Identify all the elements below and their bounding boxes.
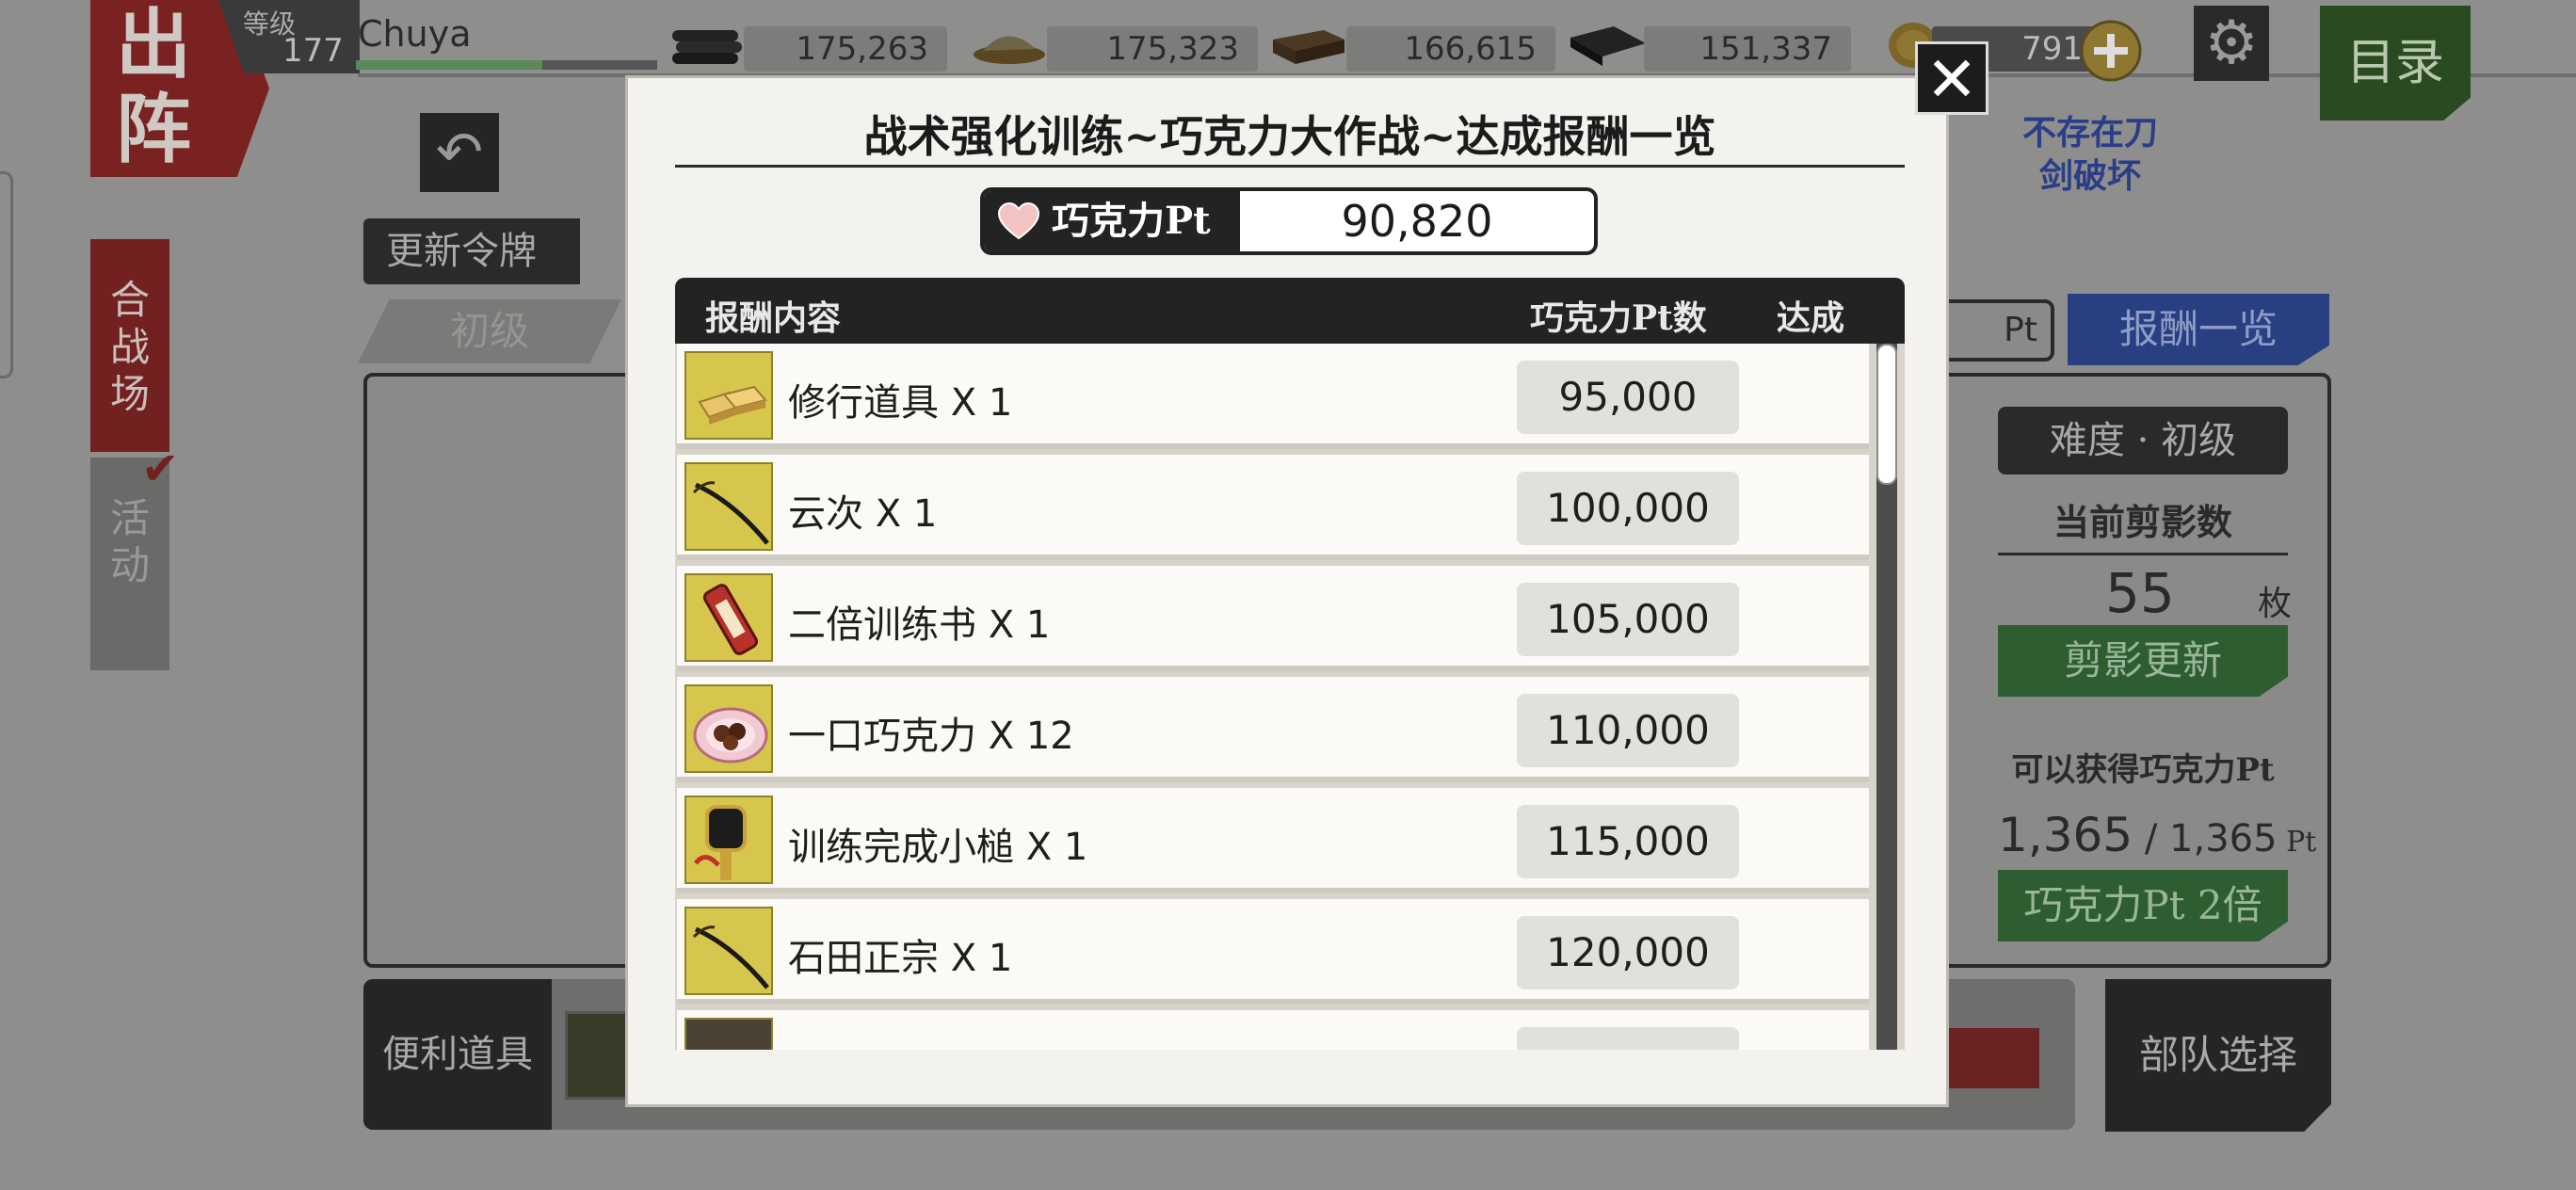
reward-row: 二倍训练书 X 1 105,000 xyxy=(677,566,1869,671)
reward-row: 修行道具 X 1 95,000 xyxy=(677,344,1869,449)
update-silhouettes-button[interactable]: 剪影更新 xyxy=(1998,625,2288,697)
reward-pt: 115,000 xyxy=(1517,805,1739,878)
reward-table-header: 报酬内容 巧克力Pt数 达成 xyxy=(675,278,1905,344)
reward-list-modal: 战术强化训练~巧克力大作战~达成报酬一览 巧克力Pt 90,820 报酬内容 巧… xyxy=(625,75,1949,1107)
reward-list-button[interactable]: 报酬一览 xyxy=(2068,294,2329,365)
current-silhouettes-label: 当前剪影数 xyxy=(1998,493,2288,555)
tab-event-label: 活动 xyxy=(109,495,150,588)
reward-pt xyxy=(1517,1027,1739,1050)
resource-steel: 175,323 xyxy=(970,17,1262,72)
reward-name: 云次 X 1 xyxy=(788,492,938,536)
whetstone-icon xyxy=(1570,26,1646,66)
exp-bar xyxy=(356,60,657,70)
training-tools-icon xyxy=(684,351,773,440)
reward-name: 修行道具 X 1 xyxy=(788,381,1013,425)
reward-pt: 95,000 xyxy=(1517,361,1739,434)
sword-icon xyxy=(684,462,773,551)
player-name: Chuya xyxy=(358,13,472,55)
hidden-button[interactable] xyxy=(1941,1028,2039,1088)
reward-name: 训练完成小槌 X 1 xyxy=(788,826,1088,869)
reward-pt: 105,000 xyxy=(1517,583,1739,656)
add-coin-icon[interactable] xyxy=(2079,19,2143,83)
modal-title-divider xyxy=(675,165,1905,168)
back-arrow-icon: ↶ xyxy=(435,120,484,185)
resource-charcoal: 175,263 xyxy=(668,17,951,72)
double-pt-button[interactable]: 巧克力Pt 2倍 xyxy=(1998,870,2288,941)
resource-cooling: 166,615 xyxy=(1267,17,1559,72)
side-drawer-handle[interactable] xyxy=(0,171,13,378)
obtainable-pt-label: 可以获得巧克力Pt xyxy=(2011,751,2275,789)
reward-pt: 120,000 xyxy=(1517,916,1739,989)
reward-name: 二倍训练书 X 1 xyxy=(788,603,1051,647)
column-chocolate-pt: 巧克力Pt数 xyxy=(1530,298,1707,338)
steel-icon xyxy=(974,36,1045,64)
obtainable-pt-value: 1,365 / 1,365 Pt xyxy=(1998,808,2317,862)
tab-battlefield[interactable]: 合战场 xyxy=(90,239,169,452)
scroll-icon xyxy=(684,573,773,662)
level-value: 177 xyxy=(282,32,344,70)
scrollbar-thumb[interactable] xyxy=(1876,344,1897,485)
check-icon: ✔ xyxy=(141,442,180,495)
update-token-label: 更新令牌 xyxy=(363,218,580,284)
count-unit: 枚 xyxy=(2258,585,2293,623)
item-icon xyxy=(684,1018,773,1050)
reward-row: 一口巧克力 X 12 110,000 xyxy=(677,677,1869,782)
reward-row: 石田正宗 X 1 120,000 xyxy=(677,899,1869,1005)
back-button[interactable]: ↶ xyxy=(420,113,499,192)
column-achieved: 达成 xyxy=(1777,298,1845,338)
cooling-material-icon xyxy=(1273,30,1344,64)
useful-items-button[interactable]: 便利道具 xyxy=(363,979,552,1130)
chocolate-pt-value: 90,820 xyxy=(1341,196,1493,247)
sortie-label: 出阵 xyxy=(116,0,191,173)
whetstone-value: 151,337 xyxy=(1644,26,1851,72)
sword-icon xyxy=(684,907,773,995)
charcoal-value: 175,263 xyxy=(744,26,947,72)
close-icon: ✕ xyxy=(1925,43,1978,116)
reward-name: 石田正宗 X 1 xyxy=(788,937,1013,980)
mallet-icon xyxy=(684,796,773,884)
heart-icon xyxy=(997,202,1040,240)
reward-pt: 110,000 xyxy=(1517,694,1739,767)
cooling-value: 166,615 xyxy=(1346,26,1555,72)
reward-pt: 100,000 xyxy=(1517,472,1739,545)
close-button[interactable]: ✕ xyxy=(1915,41,1988,116)
silhouette-count: 55 xyxy=(2105,561,2175,625)
difficulty-badge: 难度 · 初级 xyxy=(1998,407,2288,474)
reward-name: 一口巧克力 X 12 xyxy=(788,715,1074,758)
reward-row xyxy=(677,1010,1869,1050)
chocolate-plate-icon xyxy=(684,684,773,773)
squad-select-button[interactable]: 部队选择 xyxy=(2105,979,2331,1132)
resource-whetstone: 151,337 xyxy=(1567,17,1868,72)
settings-button[interactable]: ⚙ xyxy=(2194,6,2269,81)
reward-row: 训练完成小槌 X 1 115,000 xyxy=(677,788,1869,893)
obtainable-unit: Pt xyxy=(2286,826,2317,859)
tab-battlefield-label: 合战场 xyxy=(109,277,150,417)
tab-beginner[interactable]: 初级 xyxy=(358,299,621,363)
menu-button[interactable]: 目录 xyxy=(2320,6,2471,121)
modal-title: 战术强化训练~巧克力大作战~达成报酬一览 xyxy=(863,111,1716,162)
reward-row: 云次 X 1 100,000 xyxy=(677,455,1869,560)
charcoal-icon xyxy=(672,30,742,64)
obtainable-current: 1,365 xyxy=(1998,808,2133,862)
reward-list[interactable]: 修行道具 X 1 95,000 云次 X 1 100,000 二倍训练书 X 1… xyxy=(675,344,1905,1050)
pt-field: Pt xyxy=(1940,299,2054,362)
obtainable-max: 1,365 xyxy=(2169,817,2278,860)
no-break-badge: 不存在刀剑破坏 xyxy=(2021,113,2158,196)
exp-fill xyxy=(356,60,543,70)
gear-icon: ⚙ xyxy=(2204,8,2259,78)
column-reward-content: 报酬内容 xyxy=(705,298,842,338)
steel-value: 175,323 xyxy=(1047,26,1258,72)
chocolate-pt-display: 巧克力Pt 90,820 xyxy=(980,187,1598,255)
